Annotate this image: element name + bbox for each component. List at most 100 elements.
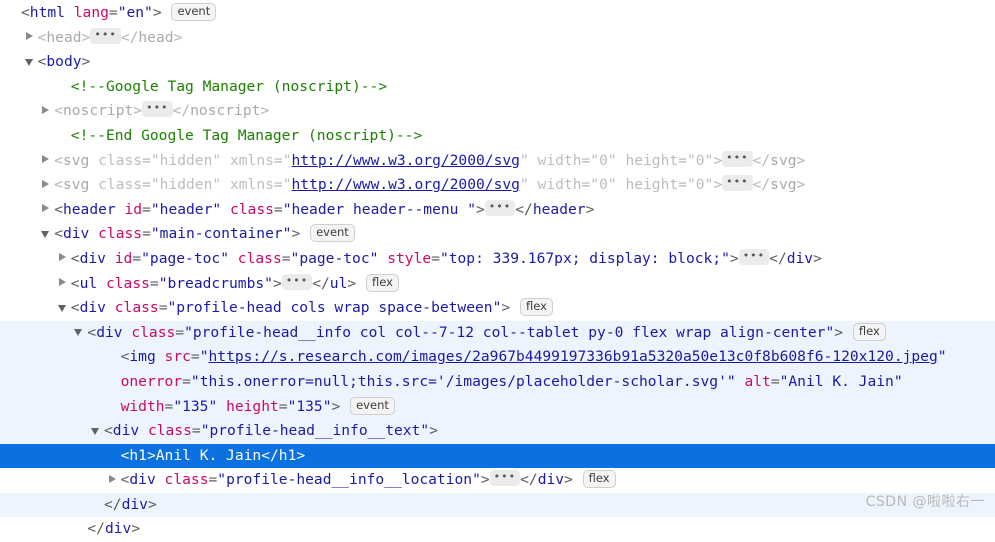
syntax-punct: < — [87, 324, 96, 341]
line-comment-gtm-end[interactable]: <!--End Google Tag Manager (noscript)--> — [0, 124, 995, 149]
collapsed-children-ellipsis[interactable]: ••• — [142, 101, 172, 117]
attr-name: lang — [74, 4, 109, 21]
collapsed-children-ellipsis[interactable]: ••• — [282, 274, 312, 290]
line-img-3[interactable]: width="135" height="135"> event — [0, 395, 995, 420]
attr-value: "profile-head__info col col--7-12 col--t… — [184, 324, 834, 341]
attr-value: " — [283, 176, 292, 193]
badge-event[interactable]: event — [310, 224, 355, 242]
syntax-punct: > — [82, 53, 91, 70]
syntax-punct: </ — [87, 520, 105, 537]
line-html-open[interactable]: <html lang="en"> event — [0, 1, 995, 26]
syntax-punct: = — [142, 225, 151, 242]
badge-flex[interactable]: flex — [583, 470, 616, 488]
collapse-triangle-icon[interactable] — [25, 56, 36, 67]
line-main-container[interactable]: <div class="main-container"> event — [0, 222, 995, 247]
attr-value: " — [200, 348, 209, 365]
collapse-triangle-icon[interactable] — [74, 326, 85, 337]
badge-event[interactable]: event — [171, 3, 216, 21]
badge-flex[interactable]: flex — [520, 298, 553, 316]
collapsed-children-ellipsis[interactable]: ••• — [722, 175, 752, 191]
space — [162, 4, 171, 21]
space — [529, 152, 538, 169]
space — [229, 250, 238, 267]
expand-triangle-icon[interactable] — [41, 154, 52, 165]
line-profile-head[interactable]: <div class="profile-head cols wrap space… — [0, 296, 995, 321]
tag-name: div — [63, 225, 89, 242]
collapsed-children-ellipsis[interactable]: ••• — [722, 151, 752, 167]
expand-triangle-icon[interactable] — [25, 31, 36, 42]
expand-triangle-icon[interactable] — [41, 179, 52, 190]
attr-name: height — [625, 176, 678, 193]
syntax-punct: > — [148, 496, 157, 513]
expand-triangle-icon[interactable] — [58, 277, 69, 288]
syntax-punct: = — [182, 373, 191, 390]
line-body-open[interactable]: <body> — [0, 50, 995, 75]
badge-flex[interactable]: flex — [853, 323, 886, 341]
syntax-punct: > — [730, 250, 739, 267]
space — [573, 471, 582, 488]
tag-name: ul — [330, 275, 348, 292]
space — [221, 201, 230, 218]
attr-url-link[interactable]: https://s.research.com/images/2a967b4499… — [209, 348, 938, 365]
syntax-punct: < — [54, 102, 63, 119]
space — [340, 398, 349, 415]
syntax-punct: > — [429, 422, 438, 439]
twisty-spacer — [8, 7, 19, 18]
attr-name: class — [148, 422, 192, 439]
collapse-triangle-icon[interactable] — [58, 302, 69, 313]
badge-event[interactable]: event — [350, 397, 395, 415]
syntax-punct: = — [279, 398, 288, 415]
twisty-spacer — [58, 129, 69, 140]
space — [89, 225, 98, 242]
line-close-div-inner[interactable]: </div> — [0, 493, 995, 518]
line-head[interactable]: <head>•••</head> — [0, 26, 995, 51]
expand-triangle-icon[interactable] — [108, 474, 119, 485]
badge-flex[interactable]: flex — [366, 274, 399, 292]
collapse-triangle-icon[interactable] — [91, 425, 102, 436]
collapsed-children-ellipsis[interactable]: ••• — [90, 28, 120, 44]
line-profile-head-info[interactable]: <div class="profile-head__info col col--… — [0, 321, 995, 346]
line-profile-head-info-location[interactable]: <div class="profile-head__info__location… — [0, 468, 995, 493]
expand-triangle-icon[interactable] — [41, 203, 52, 214]
line-breadcrumbs[interactable]: <ul class="breadcrumbs">•••</ul> flex — [0, 272, 995, 297]
attr-name: height — [625, 152, 678, 169]
line-svg-hidden-1[interactable]: <svg class="hidden" xmlns="http://www.w3… — [0, 149, 995, 174]
expand-triangle-icon[interactable] — [41, 105, 52, 116]
line-page-toc[interactable]: <div id="page-toc" class="page-toc" styl… — [0, 247, 995, 272]
line-comment-gtm-start[interactable]: <!--Google Tag Manager (noscript)--> — [0, 75, 995, 100]
syntax-punct: </ — [753, 176, 771, 193]
attr-url-link[interactable]: http://www.w3.org/2000/svg — [292, 152, 520, 169]
syntax-punct: > — [131, 520, 140, 537]
space — [116, 201, 125, 218]
line-close-div-outer[interactable]: </div> — [0, 517, 995, 542]
line-img-1[interactable]: <img src="https://s.research.com/images/… — [0, 345, 995, 370]
attr-value: "0" — [590, 176, 616, 193]
syntax-punct: = — [581, 176, 590, 193]
expand-triangle-icon[interactable] — [58, 252, 69, 263]
tag-name: svg — [770, 176, 796, 193]
attr-value: "main-container" — [151, 225, 292, 242]
attr-name: style — [387, 250, 431, 267]
collapsed-children-ellipsis[interactable]: ••• — [739, 249, 769, 265]
collapsed-children-ellipsis[interactable]: ••• — [485, 200, 515, 216]
syntax-punct: > — [133, 102, 142, 119]
attr-value: " — [283, 152, 292, 169]
space — [217, 398, 226, 415]
attr-url-link[interactable]: http://www.w3.org/2000/svg — [292, 176, 520, 193]
tag-name: noscript — [190, 102, 260, 119]
attr-name: class — [131, 324, 175, 341]
collapsed-children-ellipsis[interactable]: ••• — [490, 470, 520, 486]
line-img-2[interactable]: onerror="this.onerror=null;this.src='/im… — [0, 370, 995, 395]
line-h1-selected[interactable]: <h1>Anil K. Jain</h1> — [0, 444, 995, 469]
attr-name: class — [98, 225, 142, 242]
attr-name: id — [115, 250, 133, 267]
line-profile-head-info-text[interactable]: <div class="profile-head__info__text"> — [0, 419, 995, 444]
line-noscript[interactable]: <noscript>•••</noscript> — [0, 99, 995, 124]
twisty-spacer — [58, 80, 69, 91]
attr-value: "hidden" — [151, 176, 221, 193]
line-svg-hidden-2[interactable]: <svg class="hidden" xmlns="http://www.w3… — [0, 173, 995, 198]
elements-dom-tree[interactable]: <html lang="en"> event<head>•••</head><b… — [0, 0, 995, 523]
line-header[interactable]: <header id="header" class="header header… — [0, 198, 995, 223]
tag-name: svg — [63, 176, 89, 193]
collapse-triangle-icon[interactable] — [41, 228, 52, 239]
